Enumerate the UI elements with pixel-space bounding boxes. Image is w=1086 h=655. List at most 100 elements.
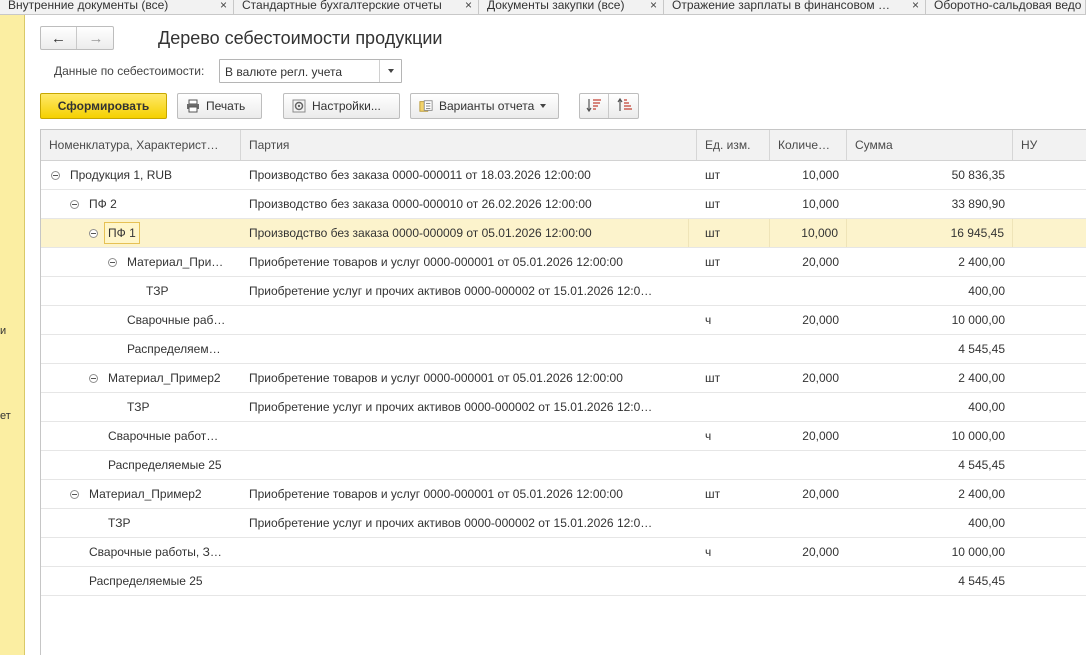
table-row[interactable]: ТЗР Приобретение услуг и прочих активов 0…	[41, 393, 1086, 422]
qty-cell[interactable]	[770, 451, 847, 479]
print-button[interactable]: Печать	[177, 93, 262, 119]
qty-cell[interactable]: 20,000	[770, 364, 847, 392]
nomenclature-cell[interactable]: Материал_При…	[127, 248, 233, 276]
generate-button[interactable]: Сформировать	[40, 93, 167, 119]
unit-cell[interactable]: шт	[705, 364, 770, 392]
unit-cell[interactable]	[705, 335, 770, 363]
batch-cell[interactable]: Приобретение товаров и услуг 0000-000001…	[249, 480, 689, 508]
nomenclature-cell[interactable]: Сварочные работы, З…	[89, 538, 233, 566]
tab[interactable]: Внутренние документы (все) ×	[0, 0, 234, 14]
unit-cell[interactable]	[705, 567, 770, 595]
dropdown-button[interactable]	[379, 60, 401, 82]
qty-cell[interactable]: 20,000	[770, 422, 847, 450]
sum-cell[interactable]: 10 000,00	[847, 306, 1013, 334]
table-row[interactable]: Материал_Пример2 Приобретение товаров и у…	[41, 364, 1086, 393]
nomenclature-cell[interactable]: Продукция 1, RUB	[70, 161, 233, 189]
left-side-panel[interactable]: и ет	[0, 15, 25, 655]
qty-cell[interactable]: 10,000	[770, 190, 847, 218]
sum-cell[interactable]: 16 945,45	[847, 219, 1013, 247]
table-row[interactable]: Распределяем… 4 545,45	[41, 335, 1086, 364]
tab[interactable]: Отражение зарплаты в финансовом … ×	[664, 0, 926, 14]
forward-button[interactable]: →	[78, 27, 114, 49]
table-row[interactable]: Продукция 1, RUB Производство без заказа …	[41, 161, 1086, 190]
collapse-toggle-icon[interactable]	[89, 229, 98, 238]
batch-cell[interactable]: Приобретение услуг и прочих активов 0000…	[249, 277, 689, 305]
batch-cell[interactable]	[249, 422, 689, 450]
batch-cell[interactable]	[249, 567, 689, 595]
table-row[interactable]: Сварочные работы, З… ч 20,000 10 000,00	[41, 538, 1086, 567]
qty-cell[interactable]: 10,000	[770, 219, 847, 247]
settings-button[interactable]: Настройки...	[283, 93, 400, 119]
unit-cell[interactable]: шт	[705, 219, 770, 247]
nomenclature-cell[interactable]: ТЗР	[108, 509, 233, 537]
qty-cell[interactable]	[770, 567, 847, 595]
sum-cell[interactable]: 2 400,00	[847, 364, 1013, 392]
batch-cell[interactable]: Приобретение услуг и прочих активов 0000…	[249, 393, 689, 421]
column-header-sum[interactable]: Сумма	[847, 130, 1013, 160]
batch-cell[interactable]: Производство без заказа 0000-000010 от 2…	[249, 190, 689, 218]
batch-cell[interactable]: Приобретение услуг и прочих активов 0000…	[249, 509, 689, 537]
column-header-batch[interactable]: Партия	[241, 130, 697, 160]
tab[interactable]: Оборотно-сальдовая ведо	[926, 0, 1086, 14]
table-row[interactable]: ПФ 2 Производство без заказа 0000-000010 …	[41, 190, 1086, 219]
collapse-toggle-icon[interactable]	[89, 374, 98, 383]
tab[interactable]: Стандартные бухгалтерские отчеты ×	[234, 0, 479, 14]
nomenclature-cell[interactable]: Сварочные раб…	[127, 306, 233, 334]
unit-cell[interactable]	[705, 277, 770, 305]
close-icon[interactable]: ×	[650, 0, 657, 14]
batch-cell[interactable]: Приобретение товаров и услуг 0000-000001…	[249, 364, 689, 392]
report-variants-button[interactable]: Варианты отчета	[410, 93, 559, 119]
column-header-unit[interactable]: Ед. изм.	[697, 130, 770, 160]
unit-cell[interactable]: ч	[705, 538, 770, 566]
batch-cell[interactable]	[249, 538, 689, 566]
unit-cell[interactable]: шт	[705, 190, 770, 218]
sum-cell[interactable]: 10 000,00	[847, 538, 1013, 566]
close-icon[interactable]: ×	[220, 0, 227, 14]
table-row[interactable]: Распределяемые 25 4 545,45	[41, 451, 1086, 480]
nomenclature-cell[interactable]: Материал_Пример2	[89, 480, 233, 508]
qty-cell[interactable]: 10,000	[770, 161, 847, 189]
batch-cell[interactable]	[249, 451, 689, 479]
sum-cell[interactable]: 400,00	[847, 509, 1013, 537]
unit-cell[interactable]	[705, 451, 770, 479]
collapse-toggle-icon[interactable]	[70, 490, 79, 499]
sort-ascending-button[interactable]	[580, 94, 609, 118]
table-row[interactable]: ТЗР Приобретение услуг и прочих активов 0…	[41, 509, 1086, 538]
qty-cell[interactable]: 20,000	[770, 306, 847, 334]
table-row[interactable]: Сварочные работ… ч 20,000 10 000,00	[41, 422, 1086, 451]
unit-cell[interactable]: шт	[705, 161, 770, 189]
sum-cell[interactable]: 4 545,45	[847, 451, 1013, 479]
unit-cell[interactable]: ч	[705, 422, 770, 450]
close-icon[interactable]: ×	[465, 0, 472, 14]
column-header-nu[interactable]: НУ	[1013, 130, 1086, 160]
sum-cell[interactable]: 400,00	[847, 393, 1013, 421]
batch-cell[interactable]	[249, 335, 689, 363]
table-row[interactable]: Сварочные раб… ч 20,000 10 000,00	[41, 306, 1086, 335]
nomenclature-cell[interactable]: ТЗР	[146, 277, 233, 305]
sum-cell[interactable]: 2 400,00	[847, 480, 1013, 508]
table-row[interactable]: Материал_Пример2 Приобретение товаров и у…	[41, 480, 1086, 509]
sort-descending-button[interactable]	[610, 94, 639, 118]
qty-cell[interactable]	[770, 509, 847, 537]
unit-cell[interactable]	[705, 393, 770, 421]
collapse-toggle-icon[interactable]	[108, 258, 117, 267]
nomenclature-cell[interactable]: Распределяемые 25	[89, 567, 233, 595]
close-icon[interactable]: ×	[912, 0, 919, 14]
tab[interactable]: Документы закупки (все) ×	[479, 0, 664, 14]
qty-cell[interactable]	[770, 335, 847, 363]
sum-cell[interactable]: 2 400,00	[847, 248, 1013, 276]
sum-cell[interactable]: 10 000,00	[847, 422, 1013, 450]
sum-cell[interactable]: 400,00	[847, 277, 1013, 305]
column-header-quantity[interactable]: Количе…	[770, 130, 847, 160]
back-button[interactable]: ←	[41, 27, 77, 49]
sum-cell[interactable]: 50 836,35	[847, 161, 1013, 189]
table-row[interactable]: Материал_При… Приобретение товаров и услу…	[41, 248, 1086, 277]
table-row[interactable]: ПФ 1 Производство без заказа 0000-000009 …	[41, 219, 1086, 248]
table-row[interactable]: Распределяемые 25 4 545,45	[41, 567, 1086, 596]
nomenclature-cell[interactable]: Сварочные работ…	[108, 422, 233, 450]
sum-cell[interactable]: 33 890,90	[847, 190, 1013, 218]
nomenclature-cell[interactable]: ПФ 1	[104, 222, 140, 244]
nomenclature-cell[interactable]: Распределяем…	[127, 335, 233, 363]
table-row[interactable]: ТЗР Приобретение услуг и прочих активов 0…	[41, 277, 1086, 306]
unit-cell[interactable]: ч	[705, 306, 770, 334]
